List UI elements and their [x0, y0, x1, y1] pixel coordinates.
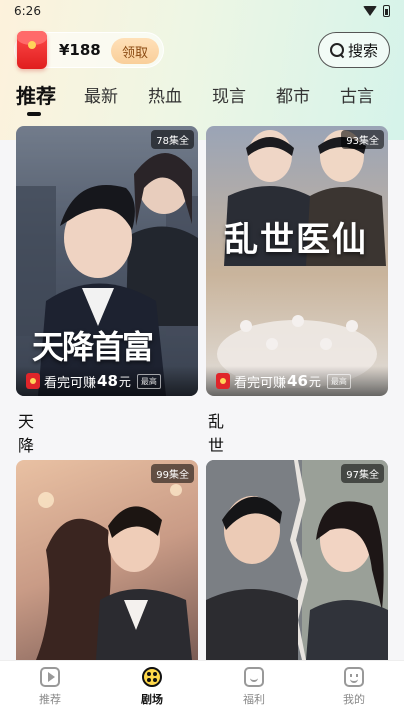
coupon-pill[interactable]: ¥188 领取: [14, 31, 164, 69]
tabbar-item-theater[interactable]: 剧场: [122, 667, 182, 707]
earn-bar: 看完可赚 48 元 最高: [16, 366, 198, 396]
status-bar: 6:26: [0, 0, 404, 22]
earn-prefix: 看完可赚: [44, 375, 97, 391]
wifi-icon: [363, 6, 377, 16]
red-packet-icon: [17, 31, 47, 69]
poster-art: [36, 484, 192, 660]
tab-ancient-romance[interactable]: 古言: [340, 82, 374, 107]
tab-recommend[interactable]: 推荐: [16, 80, 56, 109]
drama-poster[interactable]: 93集全 乱世医仙 看完可赚 46 元 最高: [206, 126, 388, 396]
episode-count-badge: 97集全: [341, 464, 384, 483]
tabbar-item-profile[interactable]: 我的: [324, 667, 384, 707]
poster-title-art: 天降首富: [32, 328, 154, 366]
search-label: 搜索: [347, 41, 378, 60]
tabbar-label: 我的: [343, 693, 365, 706]
poster-title-art: 乱世医仙: [224, 220, 368, 260]
earn-unit: 元: [118, 374, 131, 389]
red-packet-icon: [26, 373, 40, 389]
drama-poster[interactable]: 78集全 天降首富 看完可赚 48 元 最高: [16, 126, 198, 396]
earn-amount: 48: [97, 372, 118, 390]
tab-latest[interactable]: 最新: [84, 82, 118, 107]
earn-unit: 元: [308, 374, 321, 389]
claim-button[interactable]: 领取: [111, 38, 159, 64]
bottom-tab-bar: 推荐 剧场 福利 我的: [0, 660, 404, 720]
tab-modern-romance[interactable]: 现言: [212, 82, 246, 107]
coupon-amount: ¥188: [59, 41, 101, 59]
category-tabs: 推荐 最新 热血 现言 都市 古言: [0, 78, 404, 118]
episode-count-badge: 93集全: [341, 130, 384, 149]
episode-count-badge: 78集全: [151, 130, 194, 149]
active-tab-indicator: [27, 112, 41, 116]
search-button[interactable]: 搜索: [318, 32, 390, 68]
tabbar-label: 剧场: [141, 693, 163, 706]
episode-count-badge: 99集全: [151, 464, 194, 483]
poster-art: [217, 130, 386, 388]
battery-icon: [383, 5, 390, 17]
tabbar-label: 推荐: [39, 693, 61, 706]
earn-amount: 46: [287, 372, 308, 390]
earn-bar: 看完可赚 46 元 最高: [206, 366, 388, 396]
theater-reel-icon: [142, 667, 162, 687]
status-time: 6:26: [14, 4, 41, 18]
gift-icon: [244, 667, 264, 687]
search-icon: [329, 43, 344, 57]
earn-max-tag: 最高: [326, 373, 351, 389]
earn-prefix: 看完可赚: [234, 375, 287, 391]
tab-hot-blood[interactable]: 热血: [148, 82, 182, 107]
poster-art: [206, 460, 388, 660]
play-icon: [40, 667, 60, 687]
red-packet-icon: [216, 373, 230, 389]
earn-max-tag: 最高: [136, 373, 161, 389]
tabbar-label: 福利: [243, 693, 265, 706]
tab-urban[interactable]: 都市: [276, 82, 310, 107]
tabbar-item-welfare[interactable]: 福利: [224, 667, 284, 707]
drama-poster[interactable]: 99集全: [16, 460, 198, 660]
tabbar-item-recommend[interactable]: 推荐: [20, 667, 80, 707]
profile-face-icon: [344, 667, 364, 687]
drama-poster[interactable]: 97集全: [206, 460, 388, 660]
